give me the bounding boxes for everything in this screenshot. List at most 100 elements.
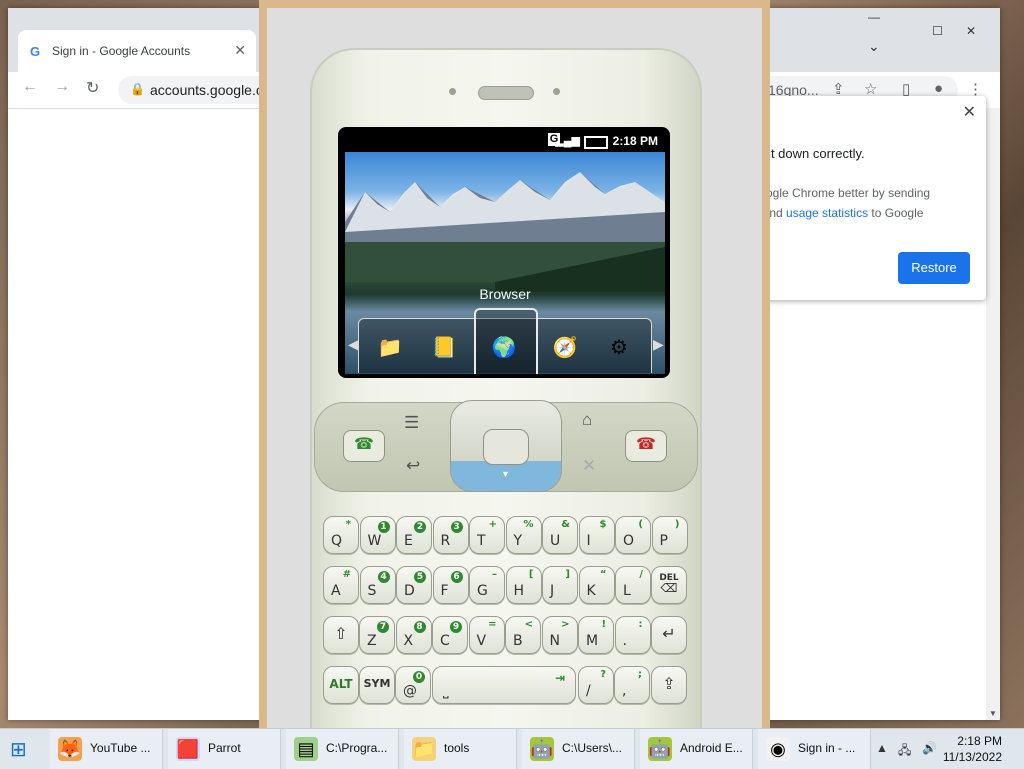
scroll-down-icon[interactable]: ▼ [989, 709, 997, 718]
key-v[interactable]: V = [468, 616, 505, 654]
key-alt[interactable]: ALT [323, 666, 359, 704]
key-main-label: P [659, 533, 668, 549]
key-q[interactable]: Q * [323, 516, 359, 554]
forward-icon[interactable]: → [54, 78, 70, 96]
key-number-label: 9 [450, 621, 462, 633]
taskbar-item[interactable]: 🤖 Android E... [640, 729, 753, 769]
key-u[interactable]: U & [542, 516, 578, 554]
files-folder-icon[interactable]: 📁 [374, 335, 406, 361]
key-f[interactable]: F6 [432, 566, 469, 604]
end-call-button[interactable]: ☎ [625, 430, 667, 462]
key-r[interactable]: R3 [432, 516, 469, 554]
key-main-label: O [623, 533, 635, 549]
profile-avatar-icon[interactable]: ● [934, 80, 943, 97]
key-slash[interactable]: / ? [578, 666, 614, 704]
key-k[interactable]: K “ [578, 566, 615, 604]
taskbar-item[interactable]: ▤ C:\Progra... [286, 729, 399, 769]
popup-close-icon[interactable]: ✕ [963, 102, 976, 122]
page-scrollbar[interactable]: ▼ [986, 108, 1000, 720]
dpad-center-button[interactable] [483, 429, 529, 465]
launcher-right-chevron-icon[interactable]: ▶ [653, 336, 664, 353]
maps-compass-icon[interactable]: 🧭 [549, 335, 581, 361]
key-l[interactable]: L / [615, 566, 651, 604]
tab-sign-in[interactable]: G Sign in - Google Accounts ✕ [18, 30, 256, 72]
key-enter[interactable]: ↵ [651, 616, 687, 654]
key-main-label: L [623, 583, 631, 599]
taskbar-item-label: C:\Progra... [326, 741, 388, 755]
key-symbol-label: $ [599, 519, 607, 530]
dpad[interactable]: ▼ [450, 400, 562, 492]
taskbar-item[interactable]: 🦊 YouTube ... [50, 729, 163, 769]
key-y[interactable]: Y% [505, 516, 542, 554]
tab-close-icon[interactable]: ✕ [234, 42, 246, 59]
taskbar-item[interactable]: ◉ Sign in - ... [758, 729, 871, 769]
key-s[interactable]: S4 [359, 566, 396, 604]
back-arrow-icon[interactable]: ↩ [406, 456, 420, 476]
key-c[interactable]: C9 [432, 616, 468, 654]
key-slash-main: / [586, 683, 591, 699]
taskbar-item[interactable]: 📁 tools [404, 729, 517, 769]
key-space[interactable]: ⎵ ⇥ [432, 666, 576, 704]
menu-icon[interactable]: ☰ [404, 413, 419, 433]
network-icon[interactable]: 🖧 [898, 741, 911, 762]
key-del[interactable]: DEL ⌫ [651, 566, 687, 604]
windows-start-icon[interactable]: ⊞ [10, 737, 27, 762]
key-j[interactable]: J] [542, 566, 578, 604]
key-shift[interactable]: ⇧ [323, 616, 359, 654]
key-main-label: N [549, 633, 560, 649]
key-sym[interactable]: SYM [359, 666, 395, 704]
key-t[interactable]: T + [469, 516, 505, 554]
space-icon: ⎵ [443, 683, 449, 699]
restore-button[interactable]: Restore [898, 252, 970, 284]
key-a[interactable]: A # [323, 566, 359, 604]
key-i[interactable]: I $ [578, 516, 615, 554]
tray-overflow-icon[interactable]: ▲ [876, 741, 888, 755]
home-icon[interactable]: ⌂ [582, 410, 592, 430]
shift-outline-icon: ⇪ [662, 674, 676, 693]
back-icon[interactable]: ← [22, 78, 38, 96]
chrome-maximize-button[interactable]: ☐ [932, 24, 943, 38]
taskbar-clock[interactable]: 2:18 PM 11/13/2022 [943, 733, 1002, 765]
taskbar-item[interactable]: 🟥 Parrot [168, 729, 281, 769]
key-o[interactable]: O( [615, 516, 651, 554]
key-shift-right[interactable]: ⇪ [651, 666, 687, 704]
shift-icon: ⇧ [334, 624, 348, 643]
key-m[interactable]: M! [578, 616, 614, 654]
key-x[interactable]: X8 [395, 616, 432, 654]
browser-globe-icon[interactable]: 🌍 [488, 335, 520, 361]
key-h[interactable]: H[ [505, 566, 542, 604]
chrome-minimize-button[interactable]: — [868, 10, 880, 24]
status-bar: G ▂▄▆ 2:18 PM [344, 132, 664, 150]
lock-icon: 🔒 [130, 82, 145, 96]
key-comma-main: , [622, 683, 627, 699]
reload-icon[interactable]: ↻ [86, 78, 99, 98]
key-g[interactable]: G – [469, 566, 505, 604]
key-b[interactable]: B < [505, 616, 541, 654]
key-p[interactable]: P) [651, 516, 688, 554]
key-at[interactable]: @ 0 [395, 666, 431, 704]
key-e[interactable]: E2 [396, 516, 432, 554]
contacts-book-icon[interactable]: 📒 [428, 335, 460, 361]
key-main-label: E [404, 533, 413, 549]
key-w[interactable]: W1 [359, 516, 396, 554]
call-button[interactable]: ☎ [343, 430, 385, 462]
android-icon: 🤖 [530, 737, 554, 761]
key-comma-sub: ; [638, 669, 642, 680]
settings-gear-icon[interactable]: ⚙ [603, 335, 635, 361]
key-d[interactable]: D5 [396, 566, 432, 604]
search-x-icon[interactable]: ✕ [582, 456, 596, 476]
key-period[interactable]: .: [614, 616, 651, 654]
key-comma[interactable]: , ; [614, 666, 650, 704]
key-symbol-label: + [488, 519, 497, 530]
parrot-icon: 🟥 [176, 737, 200, 761]
key-z[interactable]: Z7 [359, 616, 395, 654]
tab-search-chevron-icon[interactable]: ⌄ [868, 38, 880, 55]
popup-note-line1: Google Chrome better by sending [750, 186, 931, 200]
usage-statistics-link[interactable]: usage statistics [786, 206, 868, 220]
key-n[interactable]: N > [541, 616, 578, 654]
launcher-left-chevron-icon[interactable]: ◀ [348, 336, 359, 353]
key-main-label: V [476, 633, 487, 649]
volume-icon[interactable]: 🔊 [922, 741, 937, 755]
taskbar-item[interactable]: 🤖 C:\Users\... [522, 729, 635, 769]
chrome-close-button[interactable]: ✕ [966, 24, 976, 38]
